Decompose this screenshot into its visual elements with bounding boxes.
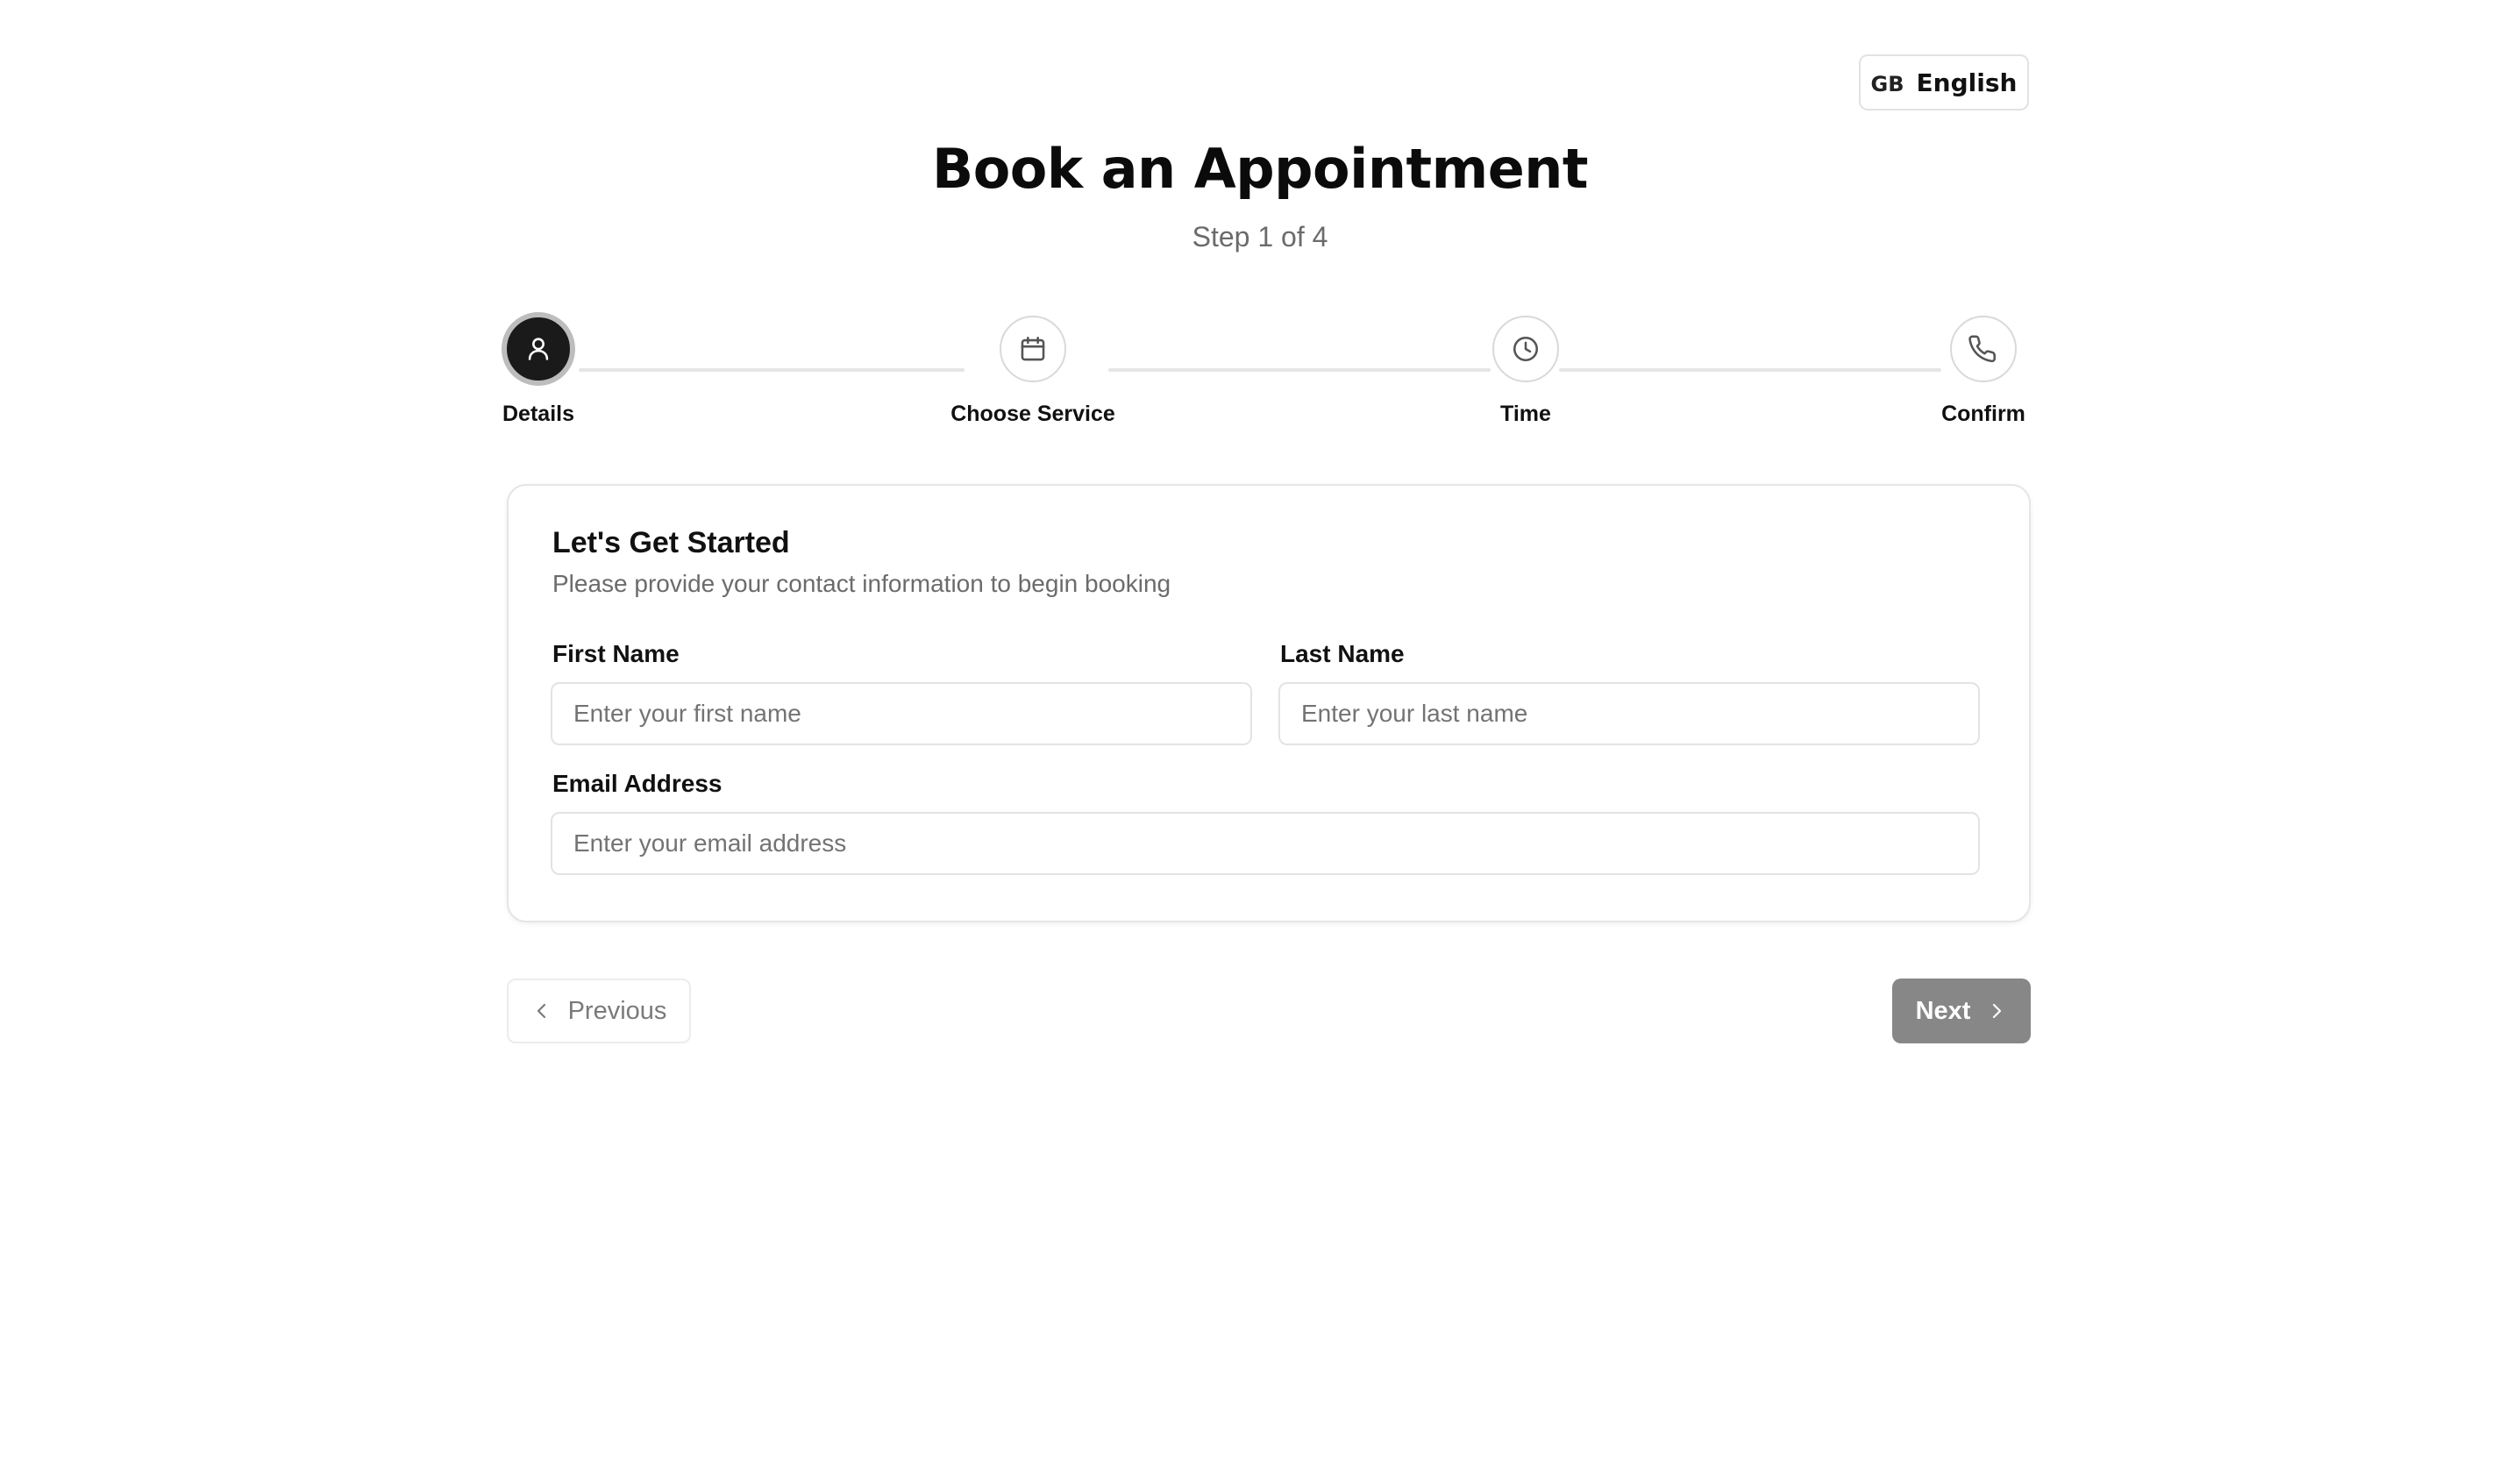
step-time[interactable] [1492,316,1559,382]
step-connector [1108,368,1491,372]
step-label-confirm: Confirm [1941,402,2025,426]
phone-icon [1968,335,1997,363]
email-input[interactable] [551,812,1980,875]
calendar-icon [1021,336,1045,361]
next-button[interactable]: Next [1892,979,2031,1043]
clock-icon [1513,336,1539,362]
contact-form-card: Let's Get Started Please provide your co… [507,484,2031,922]
last-name-label: Last Name [1280,640,1405,667]
previous-button[interactable]: Previous [507,979,691,1043]
email-label: Email Address [552,770,723,797]
step-label-choose-service: Choose Service [950,402,1115,426]
step-choose-service[interactable] [1000,316,1066,382]
card-description: Please provide your contact information … [552,570,1171,597]
first-name-label: First Name [552,640,680,667]
step-connector [1559,368,1941,372]
step-details[interactable] [502,312,575,386]
previous-label: Previous [567,996,667,1025]
chevron-right-icon [1986,1000,2007,1021]
first-name-input[interactable] [551,682,1252,745]
chevron-left-icon [531,1000,552,1021]
last-name-input[interactable] [1278,682,1980,745]
step-label-time: Time [1500,402,1551,426]
step-label-details: Details [502,402,574,426]
card-title: Let's Get Started [552,526,790,559]
step-confirm[interactable] [1950,316,2017,382]
progress-stepper: Details Choose Service Time Confirm [0,0,2520,438]
step-connector [579,368,965,372]
next-label: Next [1915,996,1971,1025]
user-icon [528,338,549,360]
